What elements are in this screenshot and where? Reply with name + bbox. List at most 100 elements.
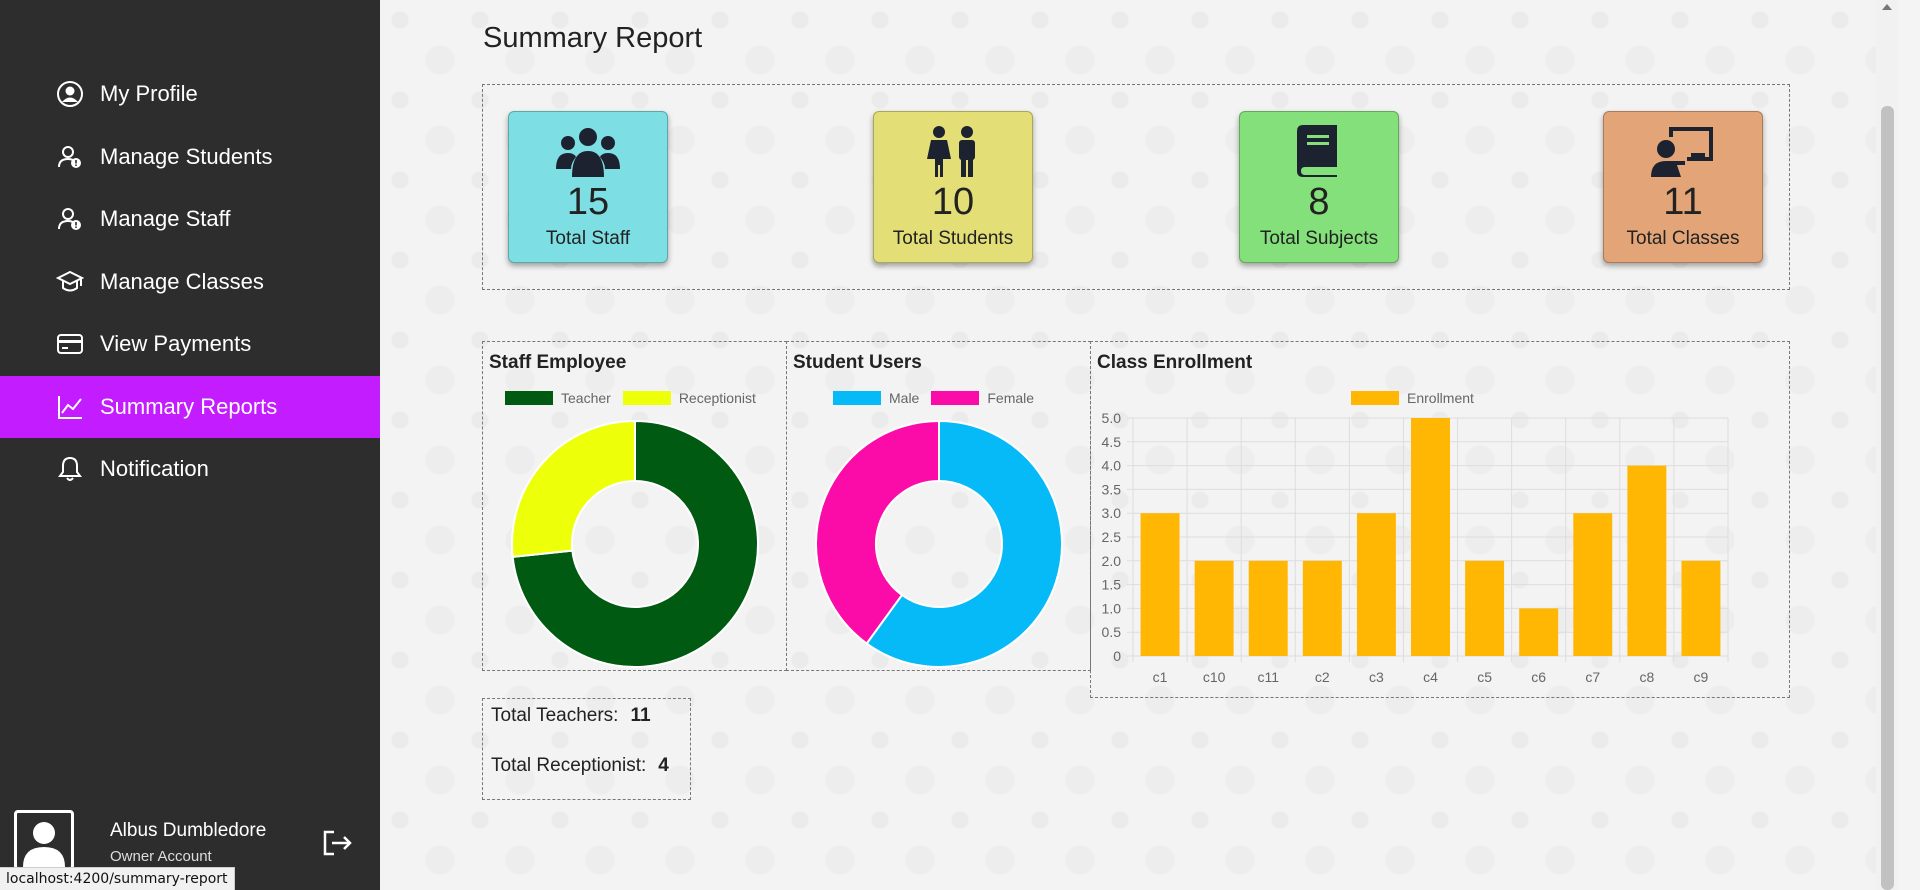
legend-label: Male — [889, 390, 920, 406]
sidebar-item-label: Manage Classes — [100, 268, 264, 294]
bar-c4[interactable] — [1411, 418, 1450, 656]
stat-card-total-classes[interactable]: 11 Total Classes — [1603, 111, 1763, 263]
stats-container: 15 Total Staff 10 Total Students 8 Total… — [482, 84, 1790, 290]
panel-title: Class Enrollment — [1097, 352, 1253, 373]
sidebar-item-manage-classes[interactable]: Manage Classes — [0, 251, 380, 314]
sidebar-item-notification[interactable]: Notification — [0, 438, 380, 501]
donut-slice-receptionist[interactable] — [511, 420, 636, 558]
graduation-cap-icon — [56, 268, 84, 296]
enrollment-bar-chart: 0 0.5 1.0 1.5 2.0 2.5 3.0 3.5 4.0 4.5 5.0 c1 c10 c11 c… — [1102, 412, 1729, 685]
y-tick-label: 4.0 — [1102, 458, 1122, 474]
panel-title: Student Users — [793, 352, 922, 373]
bar-c7[interactable] — [1573, 513, 1613, 656]
x-tick-label: c9 — [1694, 669, 1709, 685]
user-name: Albus Dumbledore — [110, 820, 267, 841]
bar-c6[interactable] — [1519, 608, 1559, 656]
y-tick-label: 3.5 — [1102, 481, 1122, 497]
sidebar-item-manage-students[interactable]: Manage Students — [0, 126, 380, 189]
legend-item[interactable]: Receptionist — [622, 390, 756, 406]
x-tick-label: c2 — [1315, 669, 1330, 685]
legend-item[interactable]: Female — [931, 390, 1034, 406]
avatar[interactable] — [14, 810, 74, 870]
y-tick-label: 0.5 — [1102, 624, 1122, 640]
legend-swatch — [931, 391, 980, 405]
stat-card-total-subjects[interactable]: 8 Total Subjects — [1239, 111, 1399, 263]
x-tick-label: c6 — [1531, 669, 1546, 685]
stat-value: 15 — [566, 181, 610, 223]
stat-label: Total Subjects — [1259, 228, 1379, 249]
legend-swatch — [505, 391, 553, 405]
bar-c5[interactable] — [1465, 560, 1505, 656]
staff-totals-box: Total Teachers: 11 Total Receptionist: 4 — [482, 698, 691, 800]
sidebar-item-label: Notification — [100, 456, 209, 482]
stat-card-total-students[interactable]: 10 Total Students — [873, 111, 1033, 263]
sidebar-item-label: View Payments — [100, 331, 252, 357]
group-icon — [509, 122, 667, 180]
y-tick-label: 5.0 — [1102, 412, 1122, 426]
bar-c1[interactable] — [1140, 513, 1180, 656]
sidebar-item-summary-reports[interactable]: Summary Reports — [0, 375, 380, 438]
total-receptionist-label: Total Receptionist: — [491, 755, 647, 776]
total-receptionist-value: 4 — [658, 755, 669, 776]
x-tick-label: c3 — [1369, 669, 1384, 685]
bar-c9[interactable] — [1681, 560, 1721, 656]
sidebar-item-manage-staff[interactable]: Manage Staff — [0, 188, 380, 251]
sidebar-item-label: Summary Reports — [100, 393, 278, 419]
bar-c8[interactable] — [1627, 465, 1667, 656]
x-tick-label: c4 — [1423, 669, 1438, 685]
legend-label: Female — [987, 390, 1035, 406]
y-tick-label: 4.5 — [1102, 434, 1122, 450]
x-tick-label: c7 — [1585, 669, 1600, 685]
stat-value: 11 — [1663, 181, 1703, 223]
x-tick-label: c10 — [1203, 669, 1226, 685]
sidebar-item-view-payments[interactable]: View Payments — [0, 313, 380, 376]
sidebar-item-label: My Profile — [100, 81, 198, 107]
bar-c11[interactable] — [1248, 560, 1288, 656]
x-tick-label: c5 — [1477, 669, 1492, 685]
legend-swatch — [1351, 391, 1399, 405]
y-tick-label: 3.0 — [1102, 505, 1122, 521]
scrollbar-thumb[interactable] — [1881, 106, 1894, 890]
stat-value: 10 — [931, 181, 975, 223]
total-teachers-row: Total Teachers: 11 — [491, 705, 651, 727]
student-donut-chart — [815, 420, 1063, 668]
scroll-up-arrow-icon[interactable] — [1882, 4, 1892, 10]
y-tick-label: 2.0 — [1102, 553, 1122, 569]
children-icon — [874, 122, 1032, 180]
line-chart-icon — [56, 393, 84, 421]
legend-swatch — [833, 391, 881, 405]
y-tick-label: 1.0 — [1102, 600, 1122, 616]
chart-legend: Male Female — [833, 390, 1046, 406]
sidebar-item-my-profile[interactable]: My Profile — [0, 63, 380, 126]
bar-c2[interactable] — [1302, 560, 1342, 656]
stat-card-total-staff[interactable]: 15 Total Staff — [508, 111, 668, 263]
teacher-board-icon — [1604, 122, 1762, 180]
y-tick-label: 2.5 — [1102, 529, 1122, 545]
total-teachers-value: 11 — [630, 705, 651, 726]
sidebar-item-label: Manage Staff — [100, 206, 231, 232]
legend-label: Teacher — [561, 390, 611, 406]
vertical-scrollbar[interactable] — [1876, 0, 1898, 890]
x-tick-label: c8 — [1639, 669, 1654, 685]
legend-item[interactable]: Enrollment — [1351, 390, 1474, 406]
legend-swatch — [622, 391, 671, 405]
bell-icon — [56, 455, 84, 483]
sidebar-nav: My Profile Manage Students Manage Staff … — [0, 63, 380, 501]
legend-item[interactable]: Teacher — [505, 390, 611, 406]
stat-label: Total Classes — [1626, 228, 1740, 249]
bar-c3[interactable] — [1356, 513, 1396, 656]
legend-item[interactable]: Male — [833, 390, 919, 406]
chart-legend: Teacher Receptionist — [505, 390, 768, 406]
total-receptionist-row: Total Receptionist: 4 — [491, 755, 669, 777]
main-content: Summary Report 15 Total Staff 10 Total S… — [380, 0, 1898, 890]
user-circle-icon — [56, 80, 84, 108]
student-users-panel: Student Users Male Female — [786, 341, 1091, 671]
user-silhouette-icon — [23, 822, 65, 867]
book-icon — [1240, 122, 1398, 180]
bar-c10[interactable] — [1194, 560, 1234, 656]
stat-label: Total Staff — [545, 228, 631, 249]
logout-button[interactable] — [320, 826, 354, 860]
panel-title: Staff Employee — [489, 352, 627, 373]
logout-icon — [323, 830, 352, 856]
user-alert-icon — [56, 143, 84, 171]
